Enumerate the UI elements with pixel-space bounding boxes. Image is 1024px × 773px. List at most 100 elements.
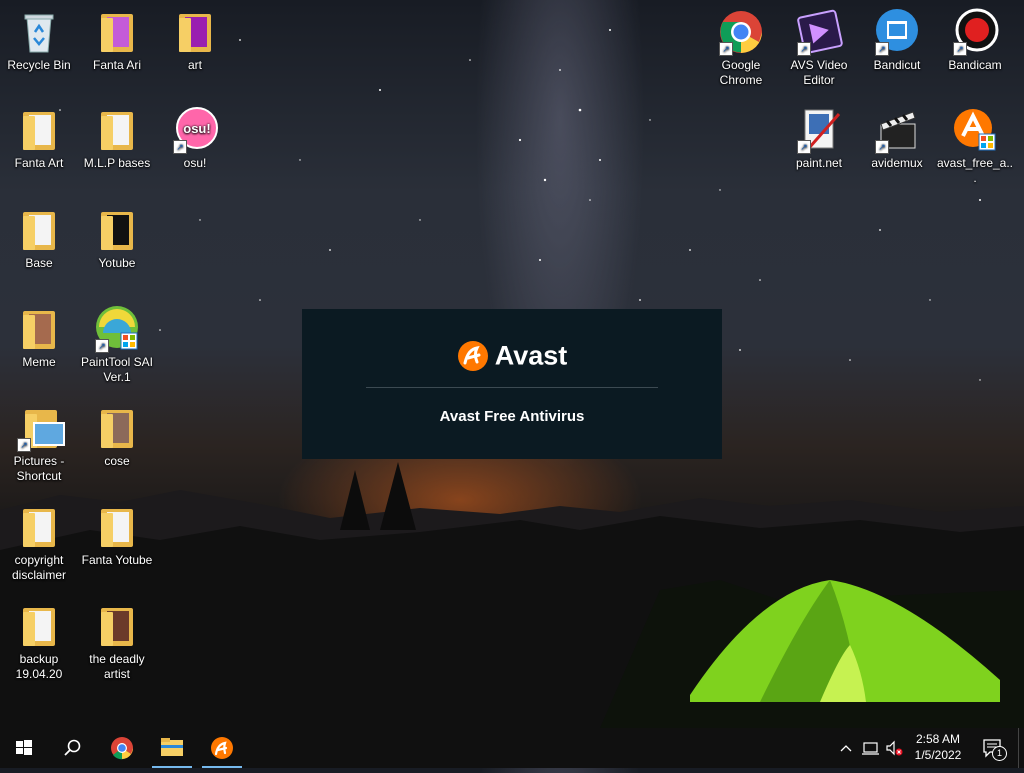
avast-logo-icon [457,340,488,371]
avs-video-editor-icon: ↗ [795,8,843,56]
desktop-icon-avidemux[interactable]: ↗ avidemux [858,106,936,198]
start-button[interactable] [0,728,48,768]
desktop-icon-label: backup 19.04.20 [15,652,63,681]
taskbar-avast-button[interactable] [198,728,246,768]
avast-splash-window: Avast Avast Free Antivirus [302,309,722,459]
tray-date: 1/5/2022 [914,748,962,762]
folder-icon [93,404,141,452]
taskbar-file-explorer-button[interactable] [148,728,196,768]
desktop-icon-label: Fanta Art [14,156,64,170]
pictures-shortcut-icon: ↗ [15,404,65,452]
chevron-up-icon [840,745,852,752]
desktop-icon-paint-net[interactable]: ↗ paint.net [780,106,858,198]
shortcut-arrow-icon: ↗ [17,438,31,452]
splash-divider [366,387,658,388]
tray-clock[interactable]: 2:58 AM 1/5/2022 [908,731,968,763]
desktop-icon-label: Fanta Yotube [81,553,153,567]
desktop-icon-label: Pictures - Shortcut [13,454,65,483]
avast-icon [211,737,233,759]
desktop-icon-base[interactable]: Base [0,206,78,298]
splash-product-name: Avast Free Antivirus [439,408,585,425]
desktop-icon-cose[interactable]: cose [78,404,156,496]
desktop-icon-avast-installer[interactable]: avast_free_a... [936,106,1014,198]
shortcut-arrow-icon: ↗ [797,140,811,154]
desktop-icon-backup[interactable]: backup 19.04.20 [0,602,78,694]
recycle-bin-icon [15,8,63,56]
show-desktop-button[interactable] [1018,728,1024,768]
paint-net-icon: ↗ [795,106,843,154]
desktop-icon-label: osu! [183,156,207,170]
desktop-icon-label: avidemux [871,156,923,170]
desktop-icon-label: Fanta Ari [92,58,142,72]
desktop-icon-osu[interactable]: osu! ↗ osu! [156,106,234,198]
osu-icon: osu! ↗ [171,106,219,154]
folder-icon [93,8,141,56]
shortcut-arrow-icon: ↗ [719,42,733,56]
svg-text:osu!: osu! [183,121,210,136]
desktop-icon-copyright-disclaimer[interactable]: copyright disclaimer [0,503,78,595]
shortcut-arrow-icon: ↗ [875,140,889,154]
action-center-button[interactable]: 1 [978,736,1007,761]
desktop-icon-bandicut[interactable]: ↗ Bandicut [858,8,936,100]
splash-brand: Avast [302,339,722,372]
desktop-icon-label: the deadly artist [89,652,145,681]
taskbar: 2:58 AM 1/5/2022 1 [0,728,1024,768]
chrome-icon: ↗ [717,8,765,56]
painttool-sai-icon: ↗ [93,305,141,353]
network-tray-button[interactable] [860,738,880,758]
volume-tray-button[interactable] [884,738,904,758]
bandicam-icon: ↗ [951,8,999,56]
search-icon [64,739,81,756]
bandicut-icon: ↗ [873,8,921,56]
desktop-icon-yotube[interactable]: Yotube [78,206,156,298]
tray-time: 2:58 AM [915,732,961,746]
shortcut-arrow-icon: ↗ [953,42,967,56]
desktop-icon-label: Base [25,256,53,270]
desktop-icon-label: AVS Video Editor [790,58,848,87]
desktop-icon-art[interactable]: art [156,8,234,100]
desktop-icon-label: art [187,58,202,72]
desktop-icon-fanta-art[interactable]: Fanta Art [0,106,78,198]
folder-icon [15,305,63,353]
desktop-icon-google-chrome[interactable]: ↗ Google Chrome [702,8,780,100]
desktop-icon-painttool-sai[interactable]: ↗ PaintTool SAI Ver.1 [78,305,156,397]
desktop-icon-recycle-bin[interactable]: Recycle Bin [0,8,78,100]
folder-icon [15,106,63,154]
desktop-icon-mlp-bases[interactable]: M.L.P bases [78,106,156,198]
folder-icon [93,503,141,551]
volume-muted-icon [886,740,903,756]
desktop-icon-label: Recycle Bin [7,58,71,72]
taskbar-chrome-button[interactable] [98,728,146,768]
desktop-icon-fanta-ari[interactable]: Fanta Ari [78,8,156,100]
splash-brand-name: Avast [494,340,568,371]
search-button[interactable] [48,728,96,768]
desktop-icon-label: paint.net [795,156,843,170]
show-hidden-icons-button[interactable] [838,738,854,758]
network-icon [862,742,879,755]
desktop-icon-pictures-shortcut[interactable]: ↗ Pictures - Shortcut [0,404,78,496]
desktop-icon-label: Bandicam [948,58,1002,72]
desktop-icon-fanta-yotube[interactable]: Fanta Yotube [78,503,156,595]
notification-count-badge: 1 [992,746,1007,761]
desktop-icon-label: PaintTool SAI Ver.1 [80,355,154,384]
desktop-icon-avs-video-editor[interactable]: ↗ AVS Video Editor [780,8,858,100]
desktop-icon-label: copyright disclaimer [11,553,66,582]
folder-icon [171,8,219,56]
folder-icon [15,602,63,650]
avast-installer-icon [951,106,999,154]
desktop-icon-meme[interactable]: Meme [0,305,78,397]
desktop-icon-the-deadly-artist[interactable]: the deadly artist [78,602,156,694]
desktop-icon-bandicam[interactable]: ↗ Bandicam [936,8,1014,100]
desktop-icon-label: avast_free_a... [936,156,1014,185]
folder-icon [15,206,63,254]
shortcut-arrow-icon: ↗ [173,140,187,154]
desktop-icon-label: Yotube [98,256,136,270]
desktop-icon-label: Google Chrome [719,58,763,87]
avidemux-icon: ↗ [873,106,921,154]
folder-icon [93,106,141,154]
folder-icon [15,503,63,551]
file-explorer-icon [161,738,183,756]
desktop-icon-label: cose [104,454,130,468]
chrome-icon [111,737,133,760]
desktop-icon-label: M.L.P bases [83,156,151,170]
